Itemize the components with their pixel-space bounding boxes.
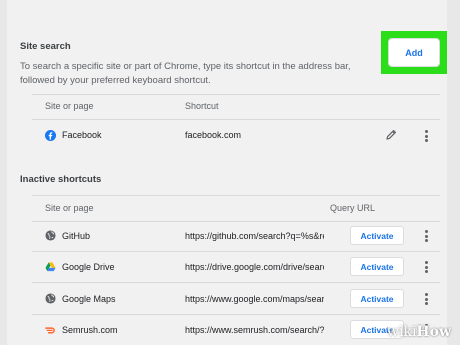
activate-button[interactable]: Activate	[350, 289, 404, 308]
divider	[32, 251, 440, 252]
divider	[32, 119, 440, 120]
facebook-icon	[45, 130, 56, 141]
more-options-icon[interactable]	[421, 260, 431, 274]
col-shortcut: Shortcut	[185, 101, 219, 111]
watermark-wiki: wiki	[387, 324, 417, 340]
divider	[32, 282, 440, 283]
divider	[32, 195, 440, 196]
google-drive-icon	[45, 262, 56, 272]
google-maps-url: https://www.google.com/maps/searc	[185, 294, 324, 304]
more-options-icon[interactable]	[421, 229, 431, 243]
github-name: GitHub	[62, 231, 91, 241]
wikihow-watermark: wikiHow	[387, 324, 451, 340]
facebook-shortcut: facebook.com	[185, 130, 242, 140]
col-site-or-page: Site or page	[45, 203, 94, 213]
facebook-name: Facebook	[62, 130, 102, 140]
google-maps-name: Google Maps	[62, 294, 116, 304]
globe-icon	[45, 230, 56, 241]
activate-button[interactable]: Activate	[350, 257, 404, 276]
activate-button[interactable]: Activate	[350, 226, 404, 245]
divider	[32, 314, 440, 315]
inactive-shortcuts-title: Inactive shortcuts	[20, 174, 102, 185]
semrush-icon	[45, 327, 55, 334]
col-query-url: Query URL	[330, 203, 376, 213]
divider	[32, 221, 440, 222]
google-drive-url: https://drive.google.com/drive/searc	[185, 262, 324, 272]
watermark-how: How	[416, 324, 452, 340]
semrush-url: https://www.semrush.com/search/?c	[185, 325, 324, 335]
github-url: https://github.com/search?q=%s&ref	[185, 231, 324, 241]
globe-icon	[45, 293, 56, 304]
more-options-icon[interactable]	[421, 292, 431, 306]
google-drive-name: Google Drive	[62, 262, 115, 272]
add-button[interactable]: Add	[388, 38, 440, 67]
semrush-name: Semrush.com	[62, 325, 118, 335]
site-search-title: Site search	[20, 41, 71, 52]
site-search-description: To search a specific site or part of Chr…	[20, 61, 351, 86]
pencil-icon[interactable]	[385, 129, 397, 141]
col-site-or-page: Site or page	[45, 101, 94, 111]
more-options-icon[interactable]	[421, 129, 431, 143]
divider	[32, 94, 440, 95]
